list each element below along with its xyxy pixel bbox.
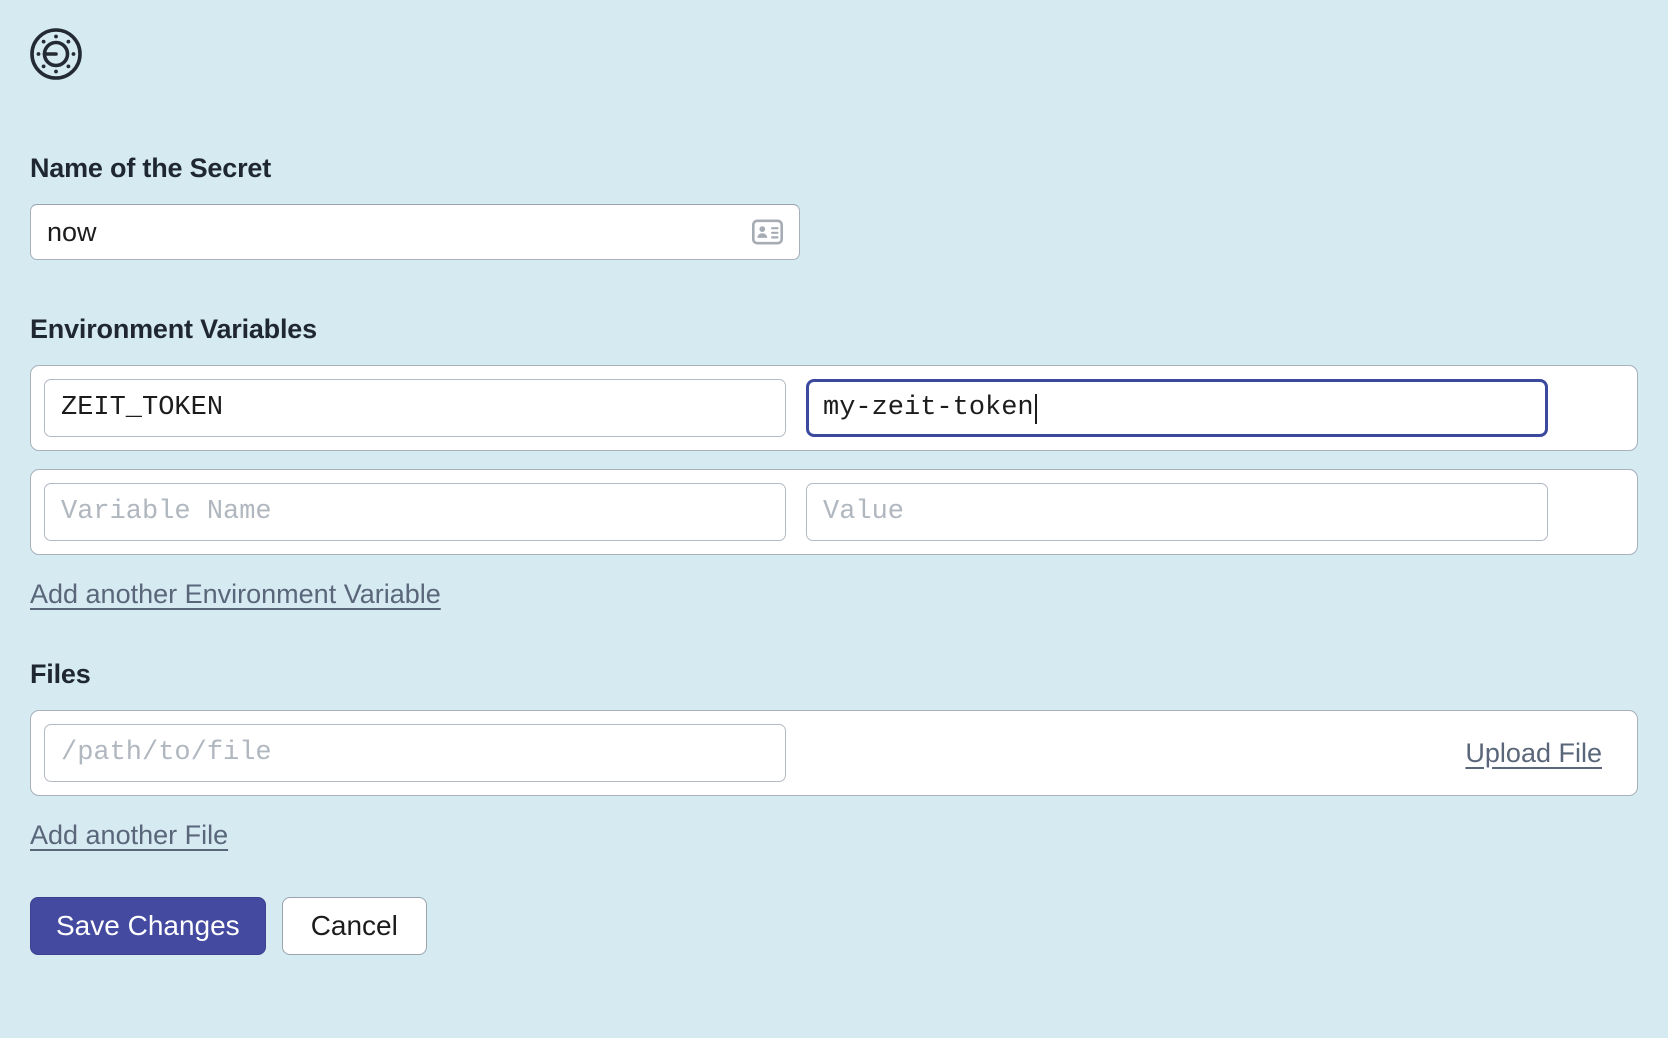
files-heading: Files bbox=[30, 659, 91, 689]
secret-name-heading: Name of the Secret bbox=[30, 153, 271, 183]
file-path-input[interactable]: /path/to/file bbox=[44, 724, 786, 782]
text-caret bbox=[1034, 394, 1037, 424]
upload-file-link[interactable]: Upload File bbox=[1465, 739, 1602, 767]
add-environment-variable-link[interactable]: Add another Environment Variable bbox=[30, 581, 441, 608]
env-var-name-input[interactable]: Variable Name bbox=[44, 483, 786, 541]
env-var-row: Variable Name Value bbox=[30, 469, 1638, 555]
form-actions: Save Changes Cancel bbox=[30, 897, 1638, 955]
vault-dial-icon bbox=[28, 26, 84, 82]
env-var-row: ZEIT_TOKEN my-zeit-token bbox=[30, 365, 1638, 451]
save-changes-button[interactable]: Save Changes bbox=[30, 897, 266, 955]
cancel-button[interactable]: Cancel bbox=[281, 897, 427, 955]
secret-name-input[interactable]: now bbox=[30, 204, 800, 260]
env-var-value-text: my-zeit-token bbox=[823, 392, 1034, 423]
env-var-value-input[interactable]: Value bbox=[806, 483, 1548, 541]
secret-editor-page: Name of the Secret now Environment Varia… bbox=[0, 0, 1668, 1038]
env-var-name-input[interactable]: ZEIT_TOKEN bbox=[44, 379, 786, 437]
file-row: /path/to/file Upload File bbox=[30, 710, 1638, 796]
env-vars-heading: Environment Variables bbox=[30, 314, 317, 344]
add-file-link[interactable]: Add another File bbox=[30, 822, 228, 849]
contact-card-icon[interactable] bbox=[752, 219, 783, 245]
secret-name-value: now bbox=[47, 216, 97, 247]
env-var-value-input[interactable]: my-zeit-token bbox=[806, 379, 1548, 437]
